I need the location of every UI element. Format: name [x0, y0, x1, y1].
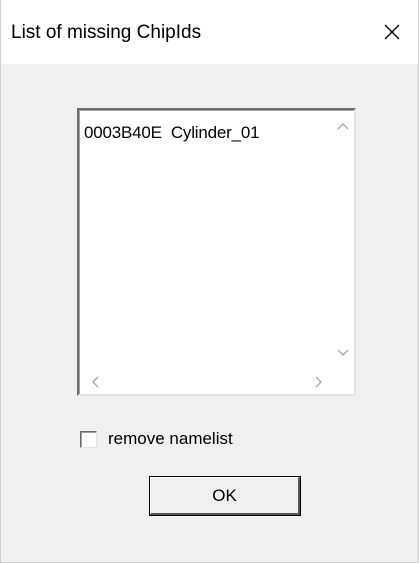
scroll-left-button[interactable] [84, 371, 106, 393]
chevron-up-icon [337, 123, 349, 130]
remove-namelist-option[interactable]: remove namelist [80, 428, 233, 450]
missing-chipids-listbox[interactable]: 0003B40E Cylinder_01 [77, 108, 356, 396]
scroll-up-button[interactable] [332, 115, 354, 137]
close-icon [384, 24, 400, 40]
chevron-down-icon [337, 349, 349, 356]
chevron-right-icon [315, 376, 322, 388]
scroll-right-button[interactable] [308, 371, 330, 393]
chevron-left-icon [92, 376, 99, 388]
dialog-window: List of missing ChipIds 0003B40E Cylinde… [0, 0, 419, 563]
vertical-scrollbar[interactable] [332, 111, 354, 370]
window-title: List of missing ChipIds [11, 22, 202, 43]
horizontal-scrollbar[interactable] [80, 370, 332, 394]
scroll-down-button[interactable] [332, 342, 354, 364]
title-bar[interactable]: List of missing ChipIds [1, 0, 418, 64]
scrollbar-corner [332, 370, 354, 394]
ok-button[interactable]: OK [149, 476, 301, 516]
list-item[interactable]: 0003B40E Cylinder_01 [84, 121, 330, 145]
remove-namelist-label[interactable]: remove namelist [108, 429, 233, 449]
remove-namelist-checkbox[interactable] [80, 430, 97, 448]
close-button[interactable] [366, 0, 418, 64]
list-items: 0003B40E Cylinder_01 [84, 121, 330, 145]
